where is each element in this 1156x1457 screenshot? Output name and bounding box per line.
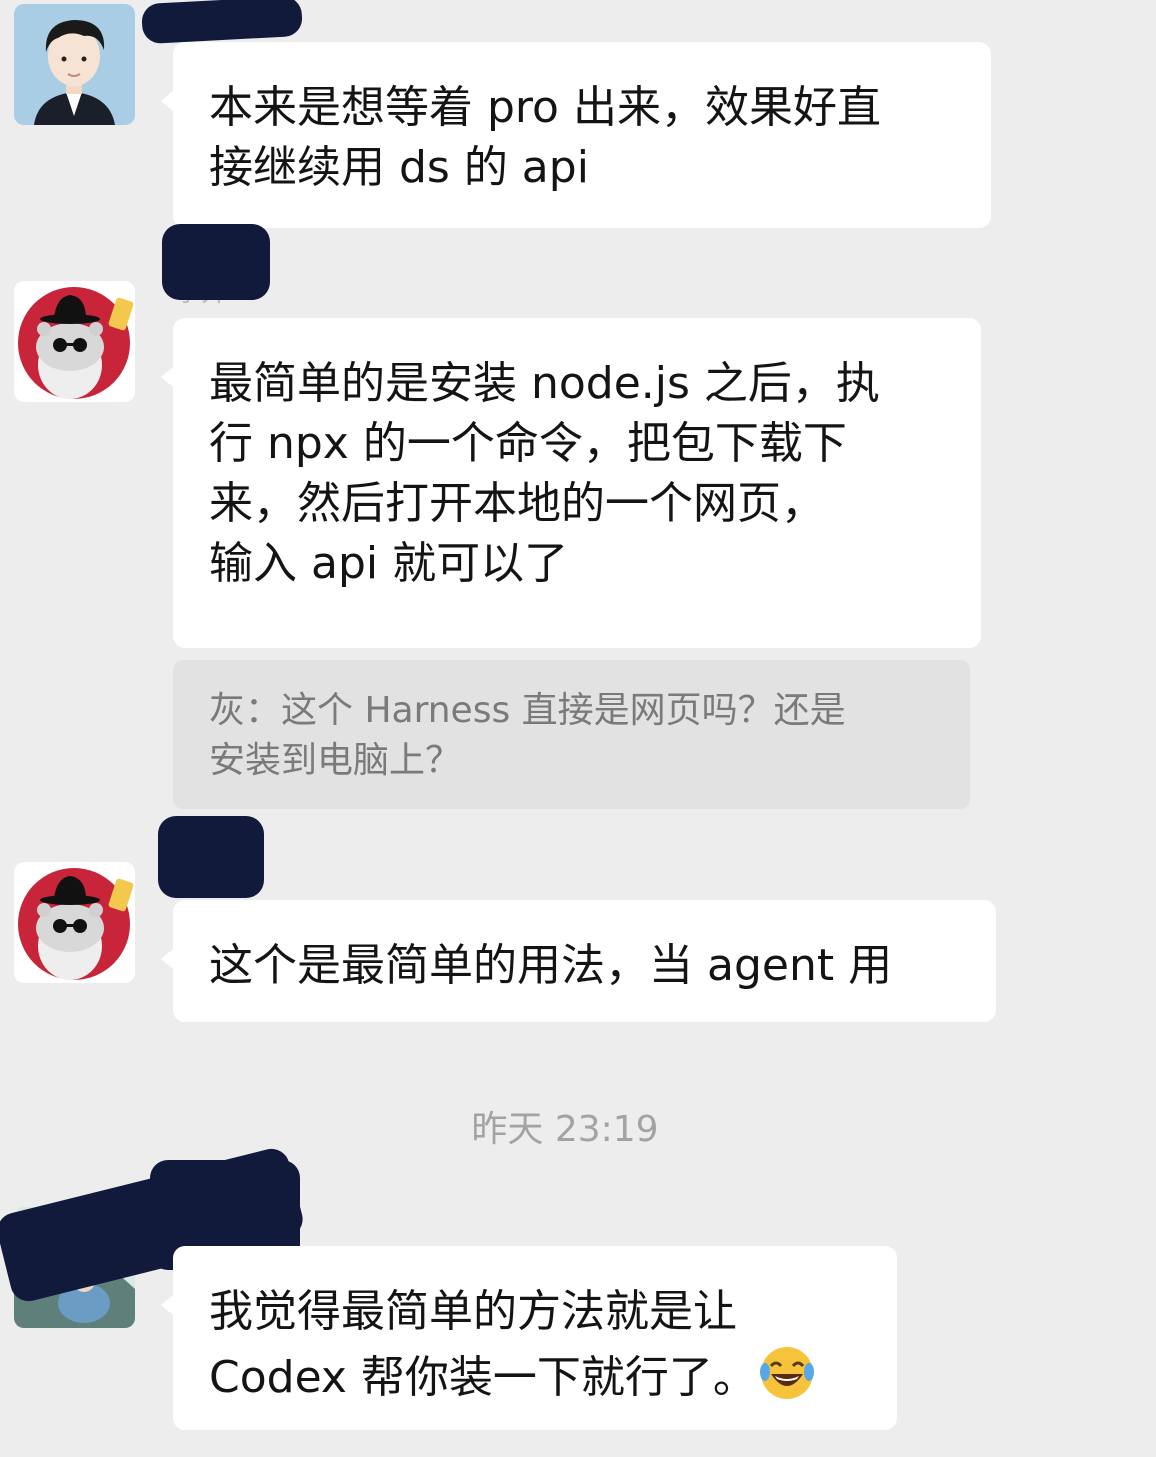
message-line: 接继续用 ds 的 api [209, 142, 589, 193]
message-line: 这个是最简单的用法，当 agent 用 [209, 940, 893, 991]
avatar-user-1[interactable] [14, 4, 135, 125]
message-text: Codex 帮你装一下就行了。 [209, 1352, 757, 1403]
message-line: 行 npx 的一个命令，把包下载下 [209, 418, 847, 469]
avatar-user-2[interactable] [14, 281, 135, 402]
quote-line: 灰：这个 Harness 直接是网页吗？还是 [209, 690, 846, 731]
hamster-sunglasses-avatar-icon [14, 281, 135, 402]
message-bubble[interactable]: 本来是想等着 pro 出来，效果好直 接继续用 ds 的 api [161, 42, 991, 228]
bubble-tail [161, 1294, 174, 1316]
message-line: 来，然后打开本地的一个网页， [209, 478, 825, 529]
message-bubble[interactable]: 最简单的是安装 node.js 之后，执 行 npx 的一个命令，把包下载下 来… [161, 318, 981, 648]
laughing-tears-emoji-icon [759, 1347, 814, 1399]
bubble-tail [161, 366, 174, 388]
message-line: 我觉得最简单的方法就是让 [209, 1286, 737, 1337]
timestamp: 昨天 23:19 [471, 1109, 659, 1150]
redaction-mark [141, 0, 303, 45]
avatar-user-2[interactable] [14, 862, 135, 983]
bubble-tail [161, 948, 174, 970]
message-line: 输入 api 就可以了 [209, 538, 569, 589]
redaction-mark [158, 816, 264, 898]
hamster-sunglasses-avatar-icon [14, 862, 135, 983]
quoted-reply[interactable]: 灰：这个 Harness 直接是网页吗？还是 安装到电脑上？ [173, 660, 970, 809]
quote-line: 安装到电脑上？ [209, 740, 462, 781]
message-line: 最简单的是安装 node.js 之后，执 [209, 358, 880, 409]
message-bubble[interactable]: 我觉得最简单的方法就是让 Codex 帮你装一下就行了。 [161, 1246, 897, 1430]
bubble-tail [161, 90, 174, 112]
redaction-mark [162, 224, 270, 300]
message-line: 本来是想等着 pro 出来，效果好直 [209, 82, 881, 133]
man-avatar-icon [14, 4, 135, 125]
message-bubble[interactable]: 这个是最简单的用法，当 agent 用 [161, 900, 996, 1022]
message-line: Codex 帮你装一下就行了。 [209, 1342, 861, 1408]
